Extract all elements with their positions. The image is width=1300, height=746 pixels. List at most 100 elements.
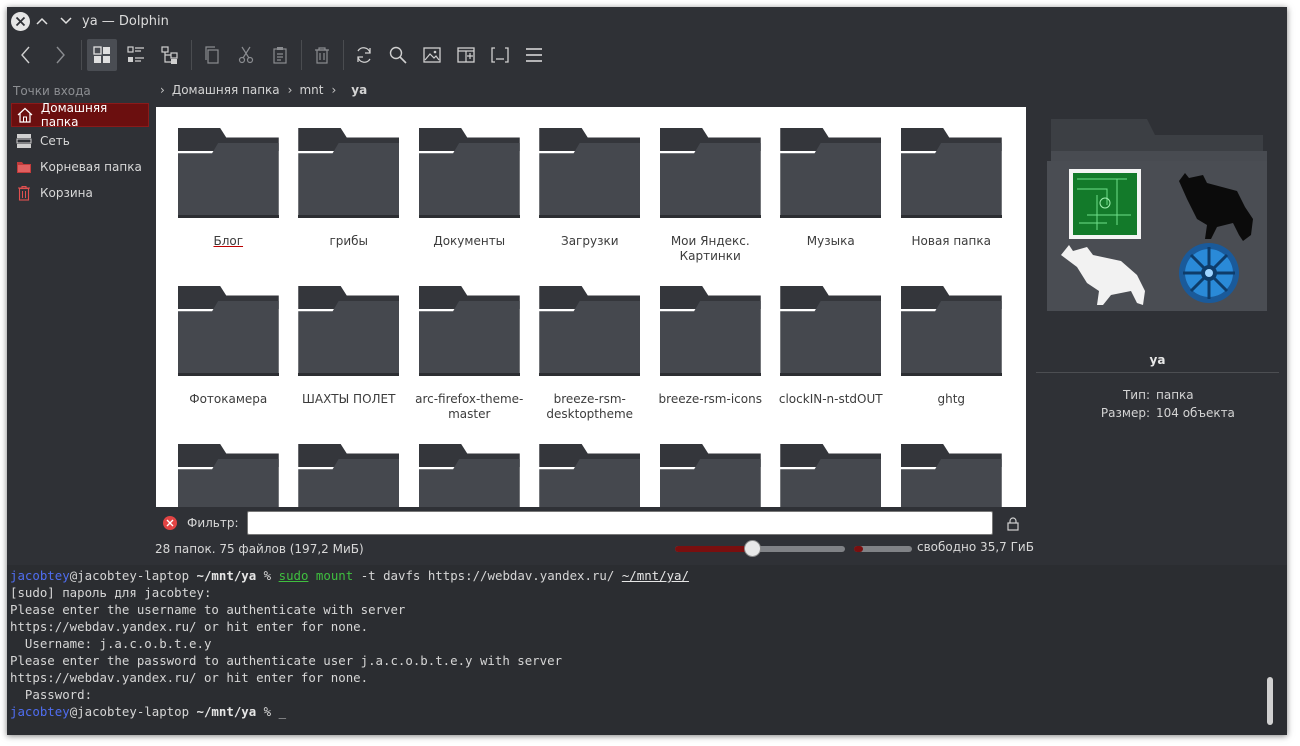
folder-label: ШАХТЫ ПОЛЕТ: [302, 392, 396, 406]
info-type-value: папка: [1156, 388, 1194, 402]
minimize-button[interactable]: [54, 9, 78, 33]
terminal-scrollbar[interactable]: [1267, 677, 1273, 725]
file-view[interactable]: Блог грибы Документы Загрузки Мои Яндекс. Ка…: [156, 107, 1026, 507]
folder-icon: [298, 441, 400, 507]
zoom-slider-handle[interactable]: [743, 540, 761, 557]
folder-item[interactable]: Музыка: [771, 125, 892, 283]
folder-item[interactable]: [530, 441, 651, 507]
paste-button[interactable]: [265, 39, 295, 71]
preview-button[interactable]: [417, 39, 447, 71]
delete-button[interactable]: [307, 39, 337, 71]
folder-item[interactable]: Новая папка: [891, 125, 1012, 283]
breadcrumb-item-home[interactable]: Домашняя папка: [172, 83, 280, 97]
chevron-right-icon[interactable]: ›: [331, 83, 336, 97]
terminal-command: sudo: [278, 568, 309, 583]
breadcrumb-current[interactable]: ya: [351, 83, 367, 97]
breadcrumb-item-mnt[interactable]: mnt: [299, 83, 323, 97]
place-label: Корзина: [40, 186, 93, 200]
forward-button[interactable]: [45, 39, 75, 71]
folder-item[interactable]: [289, 441, 410, 507]
info-type-row: Тип: папка: [1036, 388, 1279, 402]
details-view-button[interactable]: [155, 39, 185, 71]
folder-icon: [539, 283, 641, 376]
trash-icon: [315, 47, 329, 64]
network-icon: [15, 132, 33, 150]
toolbar: [7, 37, 1287, 73]
place-label: Корневая папка: [40, 160, 142, 174]
folder-item[interactable]: Мои Яндекс. Картинки: [650, 125, 771, 283]
place-label: Сеть: [40, 134, 70, 148]
folder-item[interactable]: ghtg: [891, 283, 1012, 441]
terminal-subcommand: mount: [315, 568, 354, 583]
folder-item[interactable]: breeze-rsm-icons: [650, 283, 771, 441]
split-view-button[interactable]: [451, 39, 481, 71]
filter-input[interactable]: [246, 511, 993, 535]
search-icon: [389, 46, 407, 64]
folder-item[interactable]: Загрузки: [530, 125, 651, 283]
folder-item[interactable]: Блог: [168, 125, 289, 283]
folder-icon: [418, 125, 520, 218]
keep-above-button[interactable]: [30, 9, 54, 33]
back-button[interactable]: [11, 39, 41, 71]
terminal-output-line: https://webdav.yandex.ru/ or hit enter f…: [10, 670, 369, 685]
compact-view-button[interactable]: [121, 39, 151, 71]
chevron-right-icon[interactable]: ›: [160, 83, 165, 97]
lock-icon[interactable]: [1007, 517, 1019, 531]
reload-button[interactable]: [349, 39, 379, 71]
folder-item[interactable]: [891, 441, 1012, 507]
folder-label: arc-firefox-theme-master: [415, 392, 524, 421]
folder-item[interactable]: ШАХТЫ ПОЛЕТ: [289, 283, 410, 441]
cut-button[interactable]: [231, 39, 261, 71]
close-filter-button[interactable]: [163, 516, 177, 530]
folder-icon: [418, 283, 520, 376]
root-folder-icon: [15, 158, 33, 176]
home-icon: [16, 106, 34, 124]
close-icon: [15, 16, 26, 26]
menu-button[interactable]: [519, 39, 549, 71]
place-home[interactable]: Домашняя папка: [11, 101, 149, 129]
zoom-slider[interactable]: [675, 540, 845, 557]
folder-item[interactable]: [168, 441, 289, 507]
folder-label: Музыка: [806, 234, 855, 248]
terminal-args: -t davfs https://webdav.yandex.ru/: [360, 568, 615, 583]
folder-item[interactable]: Документы: [409, 125, 530, 283]
place-network[interactable]: Сеть: [11, 129, 149, 153]
folder-item[interactable]: arc-firefox-theme-master: [409, 283, 530, 441]
terminal-toggle-button[interactable]: [485, 39, 515, 71]
folder-item[interactable]: грибы: [289, 125, 410, 283]
icons-view-button[interactable]: [87, 39, 117, 71]
folder-item[interactable]: [650, 441, 771, 507]
terminal-cwd: ~/mnt/ya: [196, 704, 257, 719]
place-root[interactable]: Корневая папка: [11, 155, 149, 179]
folder-item[interactable]: [409, 441, 530, 507]
folder-icon: [418, 441, 520, 507]
folder-icon: [900, 441, 1002, 507]
reload-icon: [357, 47, 371, 63]
info-size-row: Размер: 104 объекта: [1036, 406, 1279, 420]
toolbar-separator: [343, 40, 344, 70]
folder-label: breeze-rsm-desktoptheme: [546, 392, 634, 421]
info-size-label: Размер:: [1100, 406, 1150, 420]
terminal-host: @jacobtey-laptop: [69, 568, 190, 583]
clipboard-icon: [273, 47, 287, 64]
folder-label: Блог: [213, 234, 244, 248]
search-button[interactable]: [383, 39, 413, 71]
title-bar: ya — Dolphin: [7, 7, 1287, 35]
folder-item[interactable]: clockIN-n-stdOUT: [771, 283, 892, 441]
terminal-icon: [491, 47, 509, 63]
place-trash[interactable]: Корзина: [11, 181, 149, 205]
terminal-user: jacobtey: [10, 704, 70, 719]
copy-button[interactable]: [197, 39, 227, 71]
folder-icon: [298, 283, 400, 376]
info-divider: [1036, 372, 1279, 373]
close-window-button[interactable]: [11, 11, 30, 31]
chevron-right-icon[interactable]: ›: [288, 83, 293, 97]
breadcrumb: › Домашняя папка › mnt › ya: [157, 79, 367, 101]
terminal-panel[interactable]: jacobtey @jacobtey-laptop ~/mnt/ya % sudo…: [7, 565, 1287, 735]
terminal-prompt-char: %: [263, 704, 272, 719]
folder-item[interactable]: Фотокамера: [168, 283, 289, 441]
folder-item[interactable]: breeze-rsm-desktoptheme: [530, 283, 651, 441]
place-label: Домашняя папка: [40, 101, 108, 129]
folder-item[interactable]: [771, 441, 892, 507]
terminal-prompt-line: jacobtey@jacobtey-laptop ~/mnt/ya % _: [10, 703, 1287, 720]
